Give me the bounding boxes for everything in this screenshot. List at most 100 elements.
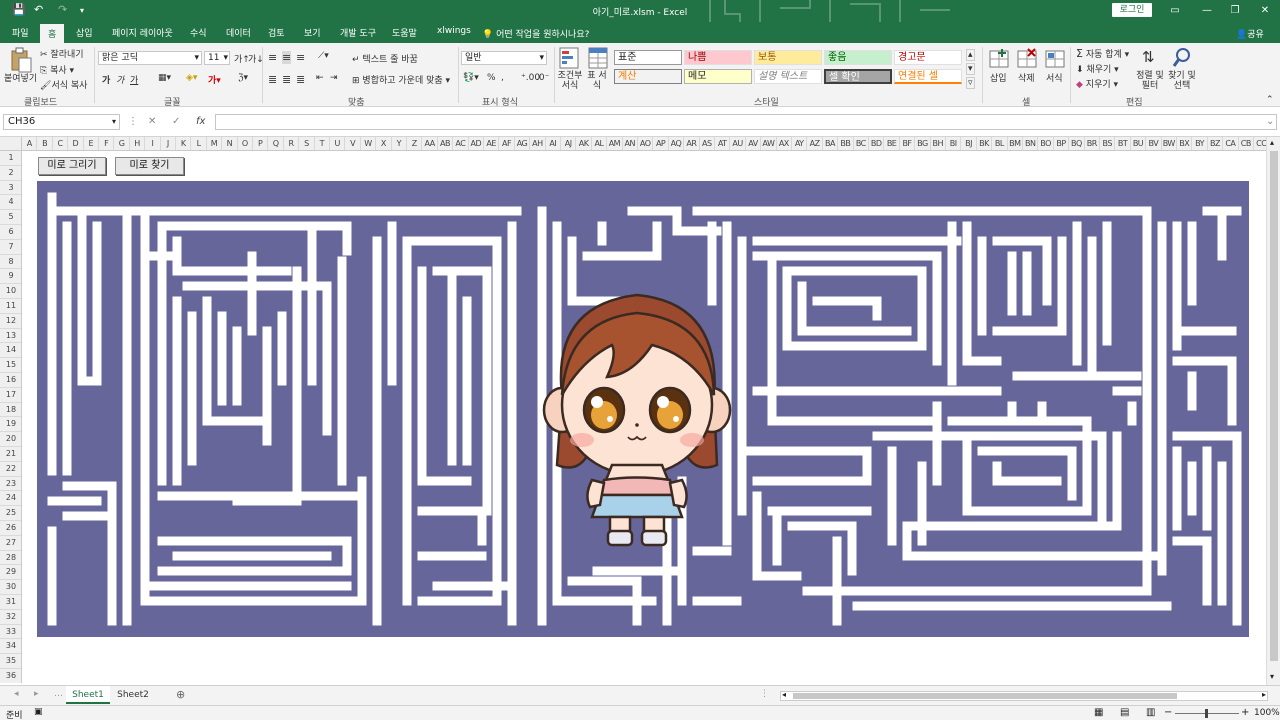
indent-increase-icon[interactable]: ⇥ (330, 73, 338, 83)
tab-xlwings[interactable]: xlwings (437, 26, 471, 36)
tab-view[interactable]: 보기 (304, 26, 321, 39)
styles-scroll-up-icon[interactable]: ▴ (966, 49, 975, 61)
collapse-ribbon-icon[interactable]: ⌃ (1266, 95, 1274, 105)
expand-formula-bar-icon[interactable]: ⌄ (1266, 116, 1274, 127)
bold-button[interactable]: 가 (102, 73, 110, 86)
tab-formulas[interactable]: 수식 (190, 26, 207, 39)
share-button[interactable]: 👤공유 (1236, 27, 1264, 40)
column-header[interactable]: CA (1223, 137, 1239, 150)
column-header[interactable]: BC (854, 137, 869, 150)
column-header[interactable]: BT (1115, 137, 1131, 150)
column-header[interactable]: BI (946, 137, 962, 150)
currency-icon[interactable]: 💱▾ (463, 73, 479, 83)
column-header[interactable]: K (176, 137, 192, 150)
tab-review[interactable]: 검토 (268, 26, 285, 39)
column-header[interactable]: AE (484, 137, 500, 150)
normal-view-icon[interactable]: ▦ (1094, 707, 1103, 718)
column-header[interactable]: AB (438, 137, 454, 150)
column-header[interactable]: AP (653, 137, 669, 150)
column-header[interactable]: AH (530, 137, 546, 150)
align-bottom-icon[interactable]: ≡ (296, 51, 305, 64)
autosum-button[interactable]: Σ 자동 합계 ▾ (1076, 47, 1129, 60)
row-header[interactable]: 17 (0, 388, 21, 403)
copy-button[interactable]: ⎘ 복사 ▾ (40, 63, 74, 76)
horizontal-scrollbar[interactable]: ◂ ▸ (780, 690, 1268, 701)
row-header[interactable]: 11 (0, 299, 21, 314)
style-neutral[interactable]: 보통 (754, 50, 822, 65)
column-header[interactable]: AY (792, 137, 808, 150)
row-header[interactable]: 14 (0, 343, 21, 359)
column-header[interactable]: Y (392, 137, 407, 150)
page-break-view-icon[interactable]: ▥ (1146, 707, 1155, 718)
column-header[interactable]: R (284, 137, 300, 150)
column-header[interactable]: W (361, 137, 377, 150)
column-header[interactable]: BU (1131, 137, 1147, 150)
column-header[interactable]: L (191, 137, 207, 150)
name-box[interactable]: CH36 ▾ (3, 114, 120, 130)
vertical-scroll-thumb[interactable] (1270, 151, 1278, 661)
column-header[interactable]: BX (1177, 137, 1193, 150)
fill-color-icon[interactable]: ◈▾ (186, 73, 197, 83)
row-header[interactable]: 12 (0, 314, 21, 329)
column-header[interactable]: BO (1038, 137, 1054, 150)
cut-button[interactable]: ✂ 잘라내기 (40, 47, 84, 60)
row-header[interactable]: 27 (0, 536, 21, 551)
column-header[interactable]: S (299, 137, 315, 150)
column-header[interactable]: BV (1146, 137, 1162, 150)
column-header[interactable]: V (345, 137, 361, 150)
column-header[interactable]: AK (576, 137, 592, 150)
minimize-icon[interactable]: — (1192, 2, 1222, 20)
tab-help[interactable]: 도움말 (392, 26, 417, 39)
comma-icon[interactable]: , (501, 73, 504, 83)
add-sheet-icon[interactable]: ⊕ (176, 688, 185, 701)
column-header[interactable]: BP (1054, 137, 1070, 150)
column-header[interactable]: AF (499, 137, 515, 150)
row-header[interactable]: 26 (0, 521, 21, 536)
column-header[interactable]: AN (623, 137, 638, 150)
decrease-decimal-icon[interactable]: .0⁻ (536, 73, 549, 83)
column-header[interactable]: BM (1008, 137, 1023, 150)
column-header[interactable]: E (84, 137, 99, 150)
draw-maze-button[interactable]: 미로 그리기 (38, 157, 106, 175)
column-header[interactable]: A (22, 137, 38, 150)
styles-scroll-down-icon[interactable]: ▾ (966, 63, 975, 75)
row-header[interactable]: 20 (0, 432, 21, 447)
align-left-icon[interactable]: ≣ (268, 73, 277, 86)
column-header[interactable]: AM (607, 137, 623, 150)
phonetic-icon[interactable]: ℨ▾ (238, 73, 248, 83)
row-header[interactable]: 24 (0, 491, 21, 507)
column-header[interactable]: BZ (1208, 137, 1224, 150)
tab-insert[interactable]: 삽입 (76, 26, 93, 39)
orientation-icon[interactable]: ⟋▾ (318, 51, 329, 61)
ribbon-display-options-icon[interactable]: ▭ (1160, 2, 1190, 20)
column-header[interactable]: AL (592, 137, 608, 150)
column-header[interactable]: AO (638, 137, 654, 150)
wrap-text-button[interactable]: ↵ 텍스트 줄 바꿈 (352, 52, 418, 65)
column-header[interactable]: AQ (669, 137, 685, 150)
column-header[interactable]: C (53, 137, 69, 150)
tab-home[interactable]: 홈 (40, 24, 65, 43)
column-header[interactable]: N (222, 137, 238, 150)
zoom-in-icon[interactable]: + (1241, 707, 1249, 718)
column-header[interactable]: BQ (1069, 137, 1085, 150)
column-header[interactable]: Z (407, 137, 423, 150)
tab-data[interactable]: 데이터 (226, 26, 251, 39)
column-header[interactable]: X (376, 137, 392, 150)
column-header[interactable]: AA (422, 137, 438, 150)
sheet-tab-sheet1[interactable]: Sheet1 (66, 686, 110, 704)
column-header[interactable]: BA (823, 137, 839, 150)
zoom-out-icon[interactable]: − (1164, 707, 1172, 718)
row-header[interactable]: 21 (0, 447, 21, 462)
row-header[interactable]: 1 (0, 151, 21, 166)
row-header[interactable]: 22 (0, 462, 21, 477)
horizontal-scroll-thumb[interactable] (793, 693, 1177, 699)
column-header[interactable]: BK (977, 137, 993, 150)
underline-button[interactable]: 가 (130, 73, 138, 86)
column-header[interactable]: BY (1192, 137, 1208, 150)
row-header[interactable]: 36 (0, 669, 21, 683)
more-sheets-icon[interactable]: … (54, 689, 63, 699)
select-all-corner[interactable] (0, 137, 22, 151)
row-header[interactable]: 15 (0, 358, 21, 373)
scroll-right-icon[interactable]: ▸ (1262, 690, 1266, 699)
macro-record-icon[interactable]: ▣ (34, 707, 43, 717)
